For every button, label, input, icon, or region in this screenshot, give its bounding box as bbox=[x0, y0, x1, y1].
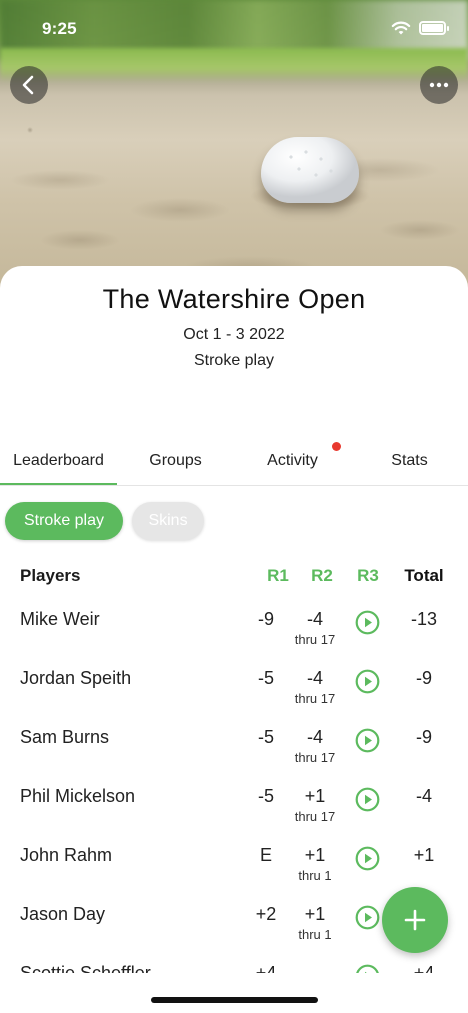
player-name: John Rahm bbox=[20, 845, 113, 865]
activity-notification-dot bbox=[332, 442, 341, 451]
stroke-play-filter-chip[interactable]: Stroke play bbox=[5, 502, 123, 540]
r1-score: -5 bbox=[257, 786, 274, 806]
status-time: 9:25 bbox=[42, 19, 77, 38]
leaderboard-row[interactable]: Mike Weir -9 -4 thru 17 -13 bbox=[0, 606, 468, 665]
thru-hole: thru 1 bbox=[298, 927, 332, 942]
battery-icon bbox=[419, 21, 449, 35]
thru-hole: thru 17 bbox=[294, 691, 336, 706]
home-indicator bbox=[151, 997, 318, 1003]
player-name: Jason Day bbox=[20, 904, 106, 924]
r3-column-header[interactable]: R3 bbox=[340, 566, 396, 586]
total-score: -9 bbox=[415, 727, 432, 747]
r1-score: +2 bbox=[255, 904, 277, 924]
player-name: Sam Burns bbox=[20, 727, 110, 747]
play-circle-icon[interactable] bbox=[355, 905, 380, 930]
player-name: Scottie Scheffler bbox=[20, 963, 151, 973]
event-dates: Oct 1 - 3 2022 bbox=[183, 326, 285, 343]
r2-score: -4 bbox=[306, 668, 323, 688]
thru-hole: thru 1 bbox=[298, 868, 332, 883]
play-circle-icon[interactable] bbox=[355, 669, 380, 694]
r2-score: +1 bbox=[304, 904, 326, 924]
total-score: -9 bbox=[415, 668, 432, 688]
play-circle-icon[interactable] bbox=[355, 787, 380, 812]
r1-score: -5 bbox=[257, 727, 274, 747]
more-horizontal-icon bbox=[429, 82, 449, 88]
tab-bar: Leaderboard Groups Activity Stats bbox=[0, 436, 468, 486]
thru-hole: thru 17 bbox=[294, 632, 336, 647]
r1-score: E bbox=[259, 845, 272, 865]
r1-score: -9 bbox=[257, 609, 274, 629]
skins-filter-chip[interactable]: Skins bbox=[132, 502, 204, 540]
tabs-divider bbox=[0, 485, 468, 486]
plus-icon bbox=[404, 909, 426, 931]
leaderboard-row[interactable]: Scottie Scheffler +4 +4 bbox=[0, 960, 468, 973]
tab-stats[interactable]: Stats bbox=[351, 436, 468, 486]
player-name: Mike Weir bbox=[20, 609, 100, 629]
total-score: -13 bbox=[410, 609, 437, 629]
wifi-icon bbox=[391, 21, 411, 35]
event-format: Stroke play bbox=[193, 352, 275, 369]
r2-score: -4 bbox=[306, 727, 323, 747]
r2-score: +1 bbox=[304, 786, 326, 806]
r1-score: +4 bbox=[255, 963, 277, 973]
status-icons bbox=[391, 20, 449, 36]
player-name: Phil Mickelson bbox=[20, 786, 136, 806]
thru-hole: thru 17 bbox=[294, 809, 336, 824]
chevron-left-icon bbox=[22, 75, 34, 95]
leaderboard-row[interactable]: Phil Mickelson -5 +1 thru 17 -4 bbox=[0, 783, 468, 842]
add-button[interactable] bbox=[382, 887, 448, 953]
leaderboard-row[interactable]: Jordan Speith -5 -4 thru 17 -9 bbox=[0, 665, 468, 724]
total-score: -4 bbox=[415, 786, 432, 806]
status-bar: 9:25 bbox=[0, 0, 468, 56]
players-column-header: Players bbox=[20, 566, 81, 585]
play-circle-icon[interactable] bbox=[355, 728, 380, 753]
golf-ball-image bbox=[261, 137, 359, 203]
event-title: The Watershire Open bbox=[102, 284, 366, 314]
total-column-header: Total bbox=[404, 566, 444, 585]
total-score: +4 bbox=[413, 963, 435, 973]
play-circle-icon[interactable] bbox=[355, 846, 380, 871]
more-button[interactable] bbox=[420, 66, 458, 104]
leaderboard-row[interactable]: Sam Burns -5 -4 thru 17 -9 bbox=[0, 724, 468, 783]
total-score: +1 bbox=[413, 845, 435, 865]
tab-groups[interactable]: Groups bbox=[117, 436, 234, 486]
play-circle-icon[interactable] bbox=[355, 610, 380, 635]
r2-score: -4 bbox=[306, 609, 323, 629]
tab-leaderboard[interactable]: Leaderboard bbox=[0, 436, 117, 486]
r2-score: +1 bbox=[304, 845, 326, 865]
back-button[interactable] bbox=[10, 66, 48, 104]
thru-hole: thru 17 bbox=[294, 750, 336, 765]
leaderboard-header: Players R1 R2 R3 Total bbox=[0, 566, 468, 590]
play-circle-icon[interactable] bbox=[355, 964, 380, 973]
r1-score: -5 bbox=[257, 668, 274, 688]
player-name: Jordan Speith bbox=[20, 668, 132, 688]
